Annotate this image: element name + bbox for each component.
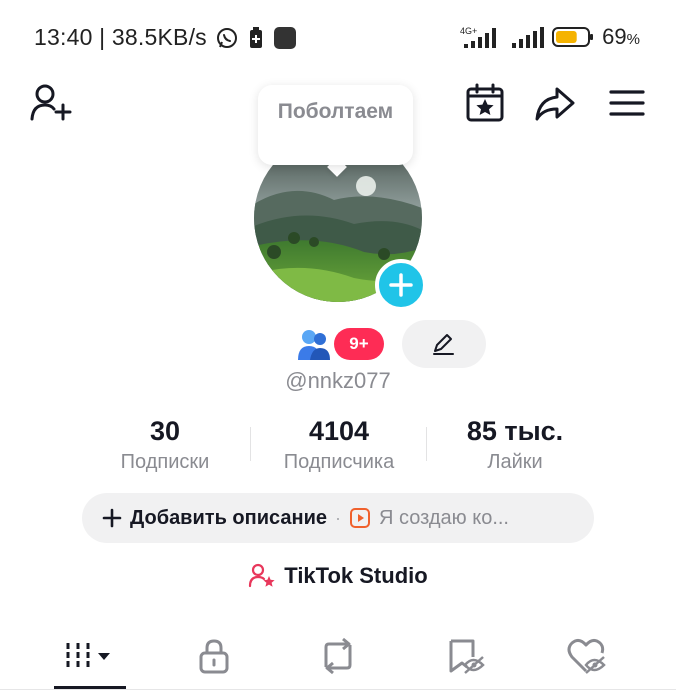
tiktok-studio-link[interactable]: TikTok Studio (0, 562, 676, 590)
lock-icon (199, 639, 228, 674)
notification-badge[interactable]: 9+ (334, 328, 384, 360)
battery-saver-icon (247, 26, 265, 50)
whatsapp-icon (215, 26, 239, 50)
signal-icon: 4G+ (460, 25, 504, 49)
favorites-icon (449, 639, 485, 674)
stat-label: Подписчика (283, 451, 395, 473)
stat-divider (250, 427, 251, 461)
creator-icon (350, 508, 371, 528)
stat-value: 4104 (308, 416, 370, 446)
tab-reposts[interactable] (270, 624, 405, 688)
studio-icon (249, 563, 275, 588)
add-friend-icon[interactable] (28, 82, 74, 124)
battery-icon (552, 25, 594, 49)
separator-dot: · (335, 507, 342, 528)
liked-icon (567, 638, 606, 674)
stat-label: Лайки (487, 451, 543, 473)
repost-icon (324, 637, 351, 675)
plus-icon (102, 508, 122, 528)
stat-value: 85 тыс. (466, 416, 564, 446)
studio-label: TikTok Studio (284, 563, 428, 588)
stat-divider (426, 427, 427, 461)
tab-videos[interactable] (22, 624, 157, 688)
svg-text:4G+: 4G+ (460, 26, 477, 36)
signal-icon (512, 25, 545, 49)
stat-following[interactable]: 30 Подписки (80, 415, 250, 477)
stat-followers[interactable]: 4104 Подписчика (254, 415, 424, 477)
username: @nnkz077 (285, 368, 391, 393)
status-time: 13:40 | 38.5KB/s (34, 24, 207, 50)
share-icon[interactable] (532, 82, 578, 124)
edit-profile-button[interactable] (402, 320, 486, 368)
stat-label: Подписки (120, 451, 210, 473)
tab-private[interactable] (146, 624, 281, 688)
chat-tooltip[interactable]: Поболтаем (258, 85, 413, 165)
stat-value: 30 (149, 416, 181, 446)
stats: 30 Подписки 4104 Подписчика 85 тыс. Лайк… (80, 415, 596, 479)
app-icon (273, 26, 297, 50)
add-description-button[interactable]: Добавить описание · Я создаю ко... (82, 493, 594, 543)
add-avatar-button[interactable] (375, 259, 427, 311)
tab-liked[interactable] (518, 624, 653, 688)
friends-icon[interactable] (296, 326, 332, 367)
stat-likes[interactable]: 85 тыс. Лайки (430, 415, 600, 477)
pencil-icon (433, 334, 454, 355)
calendar-star-icon[interactable] (464, 82, 506, 124)
tab-favorites[interactable] (397, 624, 532, 688)
battery-percent: 69% (602, 24, 640, 49)
menu-icon[interactable] (606, 84, 648, 122)
creator-label: Я создаю ко... (379, 506, 509, 529)
plus-icon (389, 273, 413, 297)
divider (0, 689, 676, 690)
description-add-label: Добавить описание (130, 506, 328, 529)
profile-actions: 9+ (0, 320, 676, 368)
grid-icon (66, 643, 110, 669)
status-bar: 13:40 | 38.5KB/s 4G+ 69% (0, 0, 676, 76)
